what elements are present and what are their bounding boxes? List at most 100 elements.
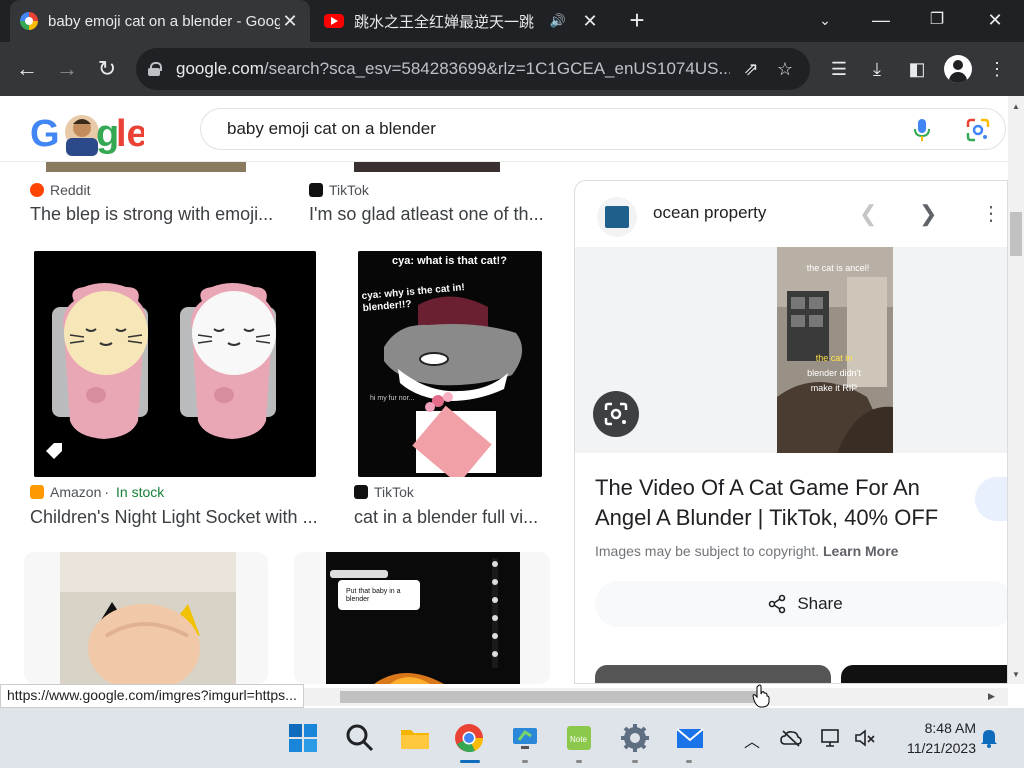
app-indicator bbox=[632, 760, 638, 763]
image-preview-panel: ocean property ❮ ❯ ⋮ the cat is ancel! t… bbox=[574, 180, 1008, 684]
more-options-icon[interactable]: ⋮ bbox=[981, 201, 1001, 226]
result-image-tiktok-comment[interactable]: Put that baby in a blender bbox=[294, 552, 550, 684]
learn-more-link[interactable]: Learn More bbox=[823, 543, 898, 559]
bookmark-star-icon[interactable]: ☆ bbox=[772, 59, 798, 80]
network-icon[interactable] bbox=[820, 728, 842, 748]
youtube-favicon-icon bbox=[324, 14, 344, 28]
speaker-icon[interactable]: 🔊 bbox=[550, 13, 566, 29]
windows-taskbar: Note ︿ 8:48 AM 11/21/2023 bbox=[0, 708, 1024, 768]
minimize-button[interactable]: — bbox=[858, 0, 904, 42]
tiktok-icon bbox=[354, 485, 368, 499]
tab-search-icon[interactable]: ⌄ bbox=[802, 0, 848, 42]
app-indicator bbox=[522, 760, 528, 763]
mail-icon[interactable] bbox=[674, 722, 706, 754]
google-favicon-icon bbox=[20, 12, 38, 30]
result-source[interactable]: Reddit bbox=[30, 182, 90, 198]
forward-button[interactable]: → bbox=[52, 54, 82, 84]
close-window-button[interactable]: ✕ bbox=[972, 0, 1018, 42]
voice-search-mic-icon[interactable] bbox=[912, 118, 932, 142]
prev-chevron-icon[interactable]: ❮ bbox=[859, 201, 877, 227]
tab-strip: baby emoji cat on a blender - Google Sea… bbox=[0, 0, 1024, 42]
result-source[interactable]: Amazon · In stock bbox=[30, 484, 164, 500]
tiktok-icon bbox=[309, 183, 323, 197]
hand-cursor-icon bbox=[752, 684, 770, 708]
notepad-icon[interactable]: Note bbox=[563, 722, 595, 754]
related-image[interactable] bbox=[841, 665, 1007, 683]
night-light-photo bbox=[34, 251, 316, 477]
result-image-cat-plush[interactable] bbox=[24, 552, 268, 684]
media-control-icon[interactable]: ☰ bbox=[826, 56, 852, 82]
svg-text:le: le bbox=[116, 113, 144, 155]
search-results-page: G g le baby emoji cat on a blender Reddi… bbox=[0, 96, 1008, 684]
onedrive-cloud-icon[interactable] bbox=[780, 728, 802, 748]
related-image[interactable] bbox=[595, 665, 831, 683]
close-tab-icon[interactable]: ✕ bbox=[280, 11, 300, 32]
svg-text:G: G bbox=[30, 113, 60, 155]
hand-cat-photo bbox=[60, 552, 236, 684]
lock-icon[interactable] bbox=[148, 62, 162, 76]
volume-muted-icon[interactable] bbox=[854, 728, 876, 748]
profile-avatar-icon[interactable] bbox=[944, 55, 972, 83]
file-explorer-icon[interactable] bbox=[399, 722, 431, 754]
horizontal-scroll-thumb[interactable] bbox=[340, 691, 758, 703]
remote-desktop-icon[interactable] bbox=[509, 722, 541, 754]
lens-search-button[interactable] bbox=[593, 391, 639, 437]
site-logo[interactable] bbox=[597, 197, 637, 237]
video-overlay-text: hi my fur nor... bbox=[370, 395, 415, 402]
show-hidden-icons-chevron-icon[interactable]: ︿ bbox=[744, 728, 760, 752]
tab-title: 跳水之王全红婵最逆天一跳 bbox=[354, 13, 535, 31]
close-tab-icon[interactable]: ✕ bbox=[580, 11, 600, 32]
preview-overlay-text: the cat is ancel! bbox=[806, 263, 870, 273]
result-source[interactable]: TikTok bbox=[309, 182, 369, 198]
back-button[interactable]: ← bbox=[12, 54, 42, 84]
vertical-scrollbar[interactable]: ▲ ▼ bbox=[1008, 96, 1024, 684]
result-caption[interactable]: cat in a blender full vi... bbox=[354, 507, 538, 528]
reload-button[interactable]: ↻ bbox=[92, 54, 122, 84]
tab-youtube[interactable]: 跳水之王全红婵最逆天一跳 🔊 ✕ bbox=[314, 0, 610, 42]
vertical-scroll-thumb[interactable] bbox=[1010, 212, 1022, 256]
result-image-tiktok-blender[interactable]: cya: what is that cat!? cya: why is the … bbox=[358, 251, 542, 477]
scroll-up-arrow-icon[interactable]: ▲ bbox=[1012, 102, 1020, 111]
url-text: google.com/search?sca_esv=584283699&rlz=… bbox=[176, 59, 730, 78]
result-source[interactable]: TikTok bbox=[354, 484, 414, 500]
scroll-right-arrow-icon[interactable]: ▶ bbox=[988, 691, 995, 702]
share-button[interactable]: Share bbox=[595, 581, 1007, 627]
result-caption[interactable]: I'm so glad atleast one of th... bbox=[309, 204, 544, 225]
app-indicator bbox=[576, 760, 582, 763]
panel-site-name[interactable]: ocean property bbox=[653, 203, 766, 223]
preview-overlay-text: the cat in blender didn't make it RIP bbox=[807, 353, 861, 393]
search-icon[interactable] bbox=[344, 722, 376, 754]
result-caption[interactable]: Children's Night Light Socket with ... bbox=[30, 507, 318, 528]
share-label: Share bbox=[797, 594, 843, 613]
tab-google-search[interactable]: baby emoji cat on a blender - Google Sea… bbox=[10, 0, 310, 42]
windows-start-icon[interactable] bbox=[287, 722, 319, 754]
clock-time: 8:48 AM bbox=[924, 720, 976, 736]
download-icon[interactable]: ⤓ bbox=[864, 56, 890, 82]
copyright-notice: Images may be subject to copyright. Lear… bbox=[595, 543, 899, 559]
side-panel-icon[interactable]: ◧ bbox=[904, 56, 930, 82]
chrome-icon[interactable] bbox=[453, 722, 485, 754]
menu-kebab-icon[interactable]: ⋮ bbox=[984, 56, 1010, 82]
result-image-night-light[interactable] bbox=[34, 251, 316, 477]
notification-bell-icon[interactable] bbox=[980, 728, 998, 748]
new-tab-button[interactable]: + bbox=[622, 6, 652, 36]
system-clock[interactable]: 8:48 AM 11/21/2023 bbox=[884, 718, 976, 758]
restore-button[interactable]: ❐ bbox=[914, 0, 960, 42]
tab-title: baby emoji cat on a blender - Google Sea… bbox=[48, 12, 280, 30]
google-lens-icon[interactable] bbox=[966, 118, 990, 142]
visit-button[interactable] bbox=[975, 477, 1007, 521]
google-doodle-logo[interactable]: G g le bbox=[30, 112, 148, 156]
active-app-indicator bbox=[460, 760, 480, 763]
lens-icon bbox=[604, 402, 628, 426]
share-page-icon[interactable]: ⇗ bbox=[738, 59, 764, 80]
next-chevron-icon[interactable]: ❯ bbox=[919, 201, 937, 227]
comment-text: Put that baby in a blender bbox=[346, 588, 401, 603]
settings-gear-icon[interactable] bbox=[619, 722, 651, 754]
panel-title[interactable]: The Video Of A Cat Game For An Angel A B… bbox=[595, 473, 975, 533]
stock-badge: In stock bbox=[116, 484, 165, 500]
address-bar[interactable]: google.com/search?sca_esv=584283699&rlz=… bbox=[136, 48, 810, 90]
preview-image[interactable] bbox=[777, 247, 893, 453]
scroll-down-arrow-icon[interactable]: ▼ bbox=[1012, 670, 1020, 679]
result-caption[interactable]: The blep is strong with emoji... bbox=[30, 204, 273, 225]
search-input[interactable]: baby emoji cat on a blender bbox=[200, 108, 1006, 150]
